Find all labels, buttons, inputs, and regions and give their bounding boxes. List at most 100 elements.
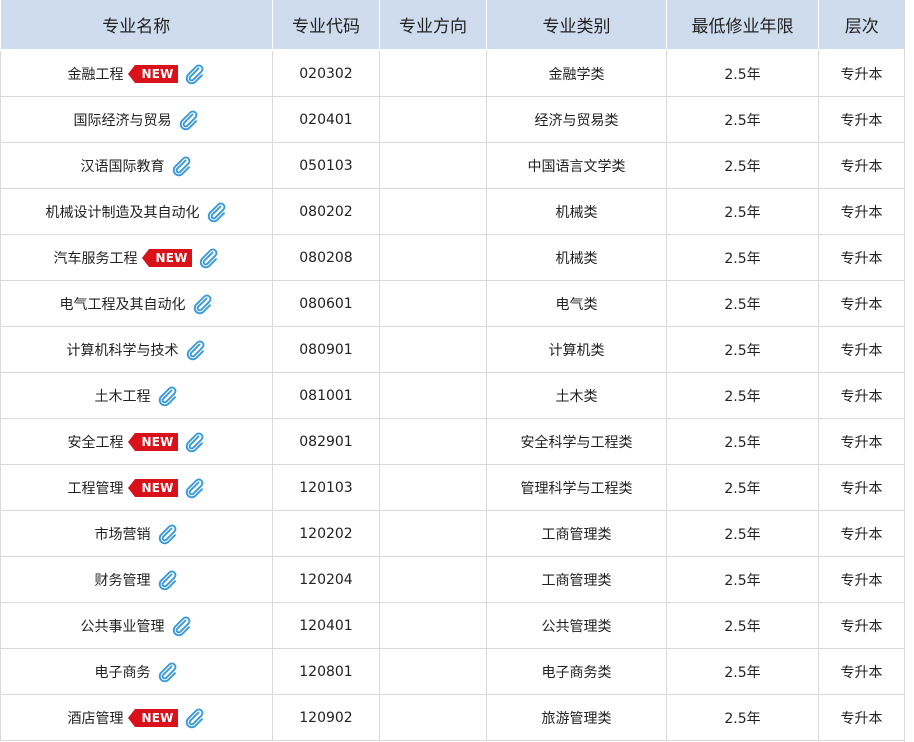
paperclip-icon[interactable] <box>155 660 179 684</box>
table-row: 汉语国际教育 050103 中国语言文学类 2.5年 专升本 <box>0 142 905 189</box>
major-category-cell: 金融学类 <box>486 50 667 97</box>
table-row: 酒店管理 NEW 120902 旅游管理类 2.5年 专升本 <box>0 694 905 741</box>
major-direction-cell <box>379 464 487 511</box>
major-name-link[interactable]: 土木工程 <box>95 386 151 406</box>
major-name-link[interactable]: 酒店管理 <box>67 708 123 728</box>
major-name-cell: 安全工程 NEW <box>0 418 273 465</box>
paperclip-icon[interactable] <box>169 614 193 638</box>
header-major-code: 专业代码 <box>272 0 380 51</box>
major-category-cell: 公共管理类 <box>486 602 667 649</box>
table-row: 土木工程 081001 土木类 2.5年 专升本 <box>0 372 905 419</box>
table-row: 财务管理 120204 工商管理类 2.5年 专升本 <box>0 556 905 603</box>
min-years-cell: 2.5年 <box>666 418 819 465</box>
level-cell: 专升本 <box>818 556 905 603</box>
major-code-cell: 080202 <box>272 188 380 235</box>
major-direction-cell <box>379 372 487 419</box>
min-years-cell: 2.5年 <box>666 510 819 557</box>
min-years-cell: 2.5年 <box>666 50 819 97</box>
table-body: 金融工程 NEW 020302 金融学类 2.5年 专升本 国际经济与贸易 02… <box>0 50 905 741</box>
min-years-cell: 2.5年 <box>666 280 819 327</box>
major-name-cell: 机械设计制造及其自动化 <box>0 188 273 235</box>
major-name-cell: 电子商务 <box>0 648 273 695</box>
paperclip-icon[interactable] <box>155 522 179 546</box>
major-code-cell: 080901 <box>272 326 380 373</box>
paperclip-icon[interactable] <box>196 246 220 270</box>
level-cell: 专升本 <box>818 372 905 419</box>
major-code-cell: 082901 <box>272 418 380 465</box>
paperclip-icon[interactable] <box>182 430 206 454</box>
paperclip-icon[interactable] <box>182 706 206 730</box>
paperclip-icon[interactable] <box>155 384 179 408</box>
level-cell: 专升本 <box>818 50 905 97</box>
min-years-cell: 2.5年 <box>666 602 819 649</box>
major-name-cell: 公共事业管理 <box>0 602 273 649</box>
table-row: 工程管理 NEW 120103 管理科学与工程类 2.5年 专升本 <box>0 464 905 511</box>
major-code-cell: 120204 <box>272 556 380 603</box>
major-name-link[interactable]: 国际经济与贸易 <box>74 110 172 130</box>
paperclip-icon[interactable] <box>190 292 214 316</box>
major-direction-cell <box>379 326 487 373</box>
table-header-row: 专业名称 专业代码 专业方向 专业类别 最低修业年限 层次 <box>0 0 905 51</box>
min-years-cell: 2.5年 <box>666 648 819 695</box>
major-code-cell: 020302 <box>272 50 380 97</box>
major-code-cell: 050103 <box>272 142 380 189</box>
major-name-link[interactable]: 安全工程 <box>67 432 123 452</box>
major-category-cell: 机械类 <box>486 234 667 281</box>
header-level: 层次 <box>818 0 905 51</box>
major-name-link[interactable]: 计算机科学与技术 <box>67 340 179 360</box>
level-cell: 专升本 <box>818 510 905 557</box>
major-code-cell: 080601 <box>272 280 380 327</box>
major-name-link[interactable]: 汽车服务工程 <box>53 248 137 268</box>
major-name-link[interactable]: 电子商务 <box>95 662 151 682</box>
paperclip-icon[interactable] <box>183 338 207 362</box>
table-row: 计算机科学与技术 080901 计算机类 2.5年 专升本 <box>0 326 905 373</box>
major-name-link[interactable]: 公共事业管理 <box>81 616 165 636</box>
major-name-link[interactable]: 市场营销 <box>95 524 151 544</box>
table-row: 汽车服务工程 NEW 080208 机械类 2.5年 专升本 <box>0 234 905 281</box>
major-name-cell: 电气工程及其自动化 <box>0 280 273 327</box>
major-category-cell: 管理科学与工程类 <box>486 464 667 511</box>
major-direction-cell <box>379 50 487 97</box>
major-name-cell: 酒店管理 NEW <box>0 694 273 741</box>
paperclip-icon[interactable] <box>169 154 193 178</box>
paperclip-icon[interactable] <box>182 62 206 86</box>
major-direction-cell <box>379 602 487 649</box>
min-years-cell: 2.5年 <box>666 556 819 603</box>
level-cell: 专升本 <box>818 602 905 649</box>
major-code-cell: 120401 <box>272 602 380 649</box>
major-name-link[interactable]: 财务管理 <box>95 570 151 590</box>
table-row: 金融工程 NEW 020302 金融学类 2.5年 专升本 <box>0 50 905 97</box>
paperclip-icon[interactable] <box>204 200 228 224</box>
major-direction-cell <box>379 648 487 695</box>
level-cell: 专升本 <box>818 280 905 327</box>
table-row: 安全工程 NEW 082901 安全科学与工程类 2.5年 专升本 <box>0 418 905 465</box>
paperclip-icon[interactable] <box>155 568 179 592</box>
new-badge: NEW <box>128 64 178 83</box>
major-code-cell: 120801 <box>272 648 380 695</box>
major-code-cell: 081001 <box>272 372 380 419</box>
level-cell: 专升本 <box>818 142 905 189</box>
major-name-link[interactable]: 电气工程及其自动化 <box>60 294 186 314</box>
min-years-cell: 2.5年 <box>666 464 819 511</box>
level-cell: 专升本 <box>818 464 905 511</box>
table-row: 市场营销 120202 工商管理类 2.5年 专升本 <box>0 510 905 557</box>
new-badge: NEW <box>128 432 178 451</box>
level-cell: 专升本 <box>818 648 905 695</box>
major-name-link[interactable]: 汉语国际教育 <box>81 156 165 176</box>
major-category-cell: 土木类 <box>486 372 667 419</box>
major-name-link[interactable]: 工程管理 <box>67 478 123 498</box>
paperclip-icon[interactable] <box>176 108 200 132</box>
majors-table: 专业名称 专业代码 专业方向 专业类别 最低修业年限 层次 金融工程 NEW 0… <box>0 0 905 741</box>
major-name-link[interactable]: 金融工程 <box>67 64 123 84</box>
major-category-cell: 计算机类 <box>486 326 667 373</box>
min-years-cell: 2.5年 <box>666 372 819 419</box>
major-name-cell: 汽车服务工程 NEW <box>0 234 273 281</box>
major-direction-cell <box>379 510 487 557</box>
major-code-cell: 120202 <box>272 510 380 557</box>
level-cell: 专升本 <box>818 326 905 373</box>
major-name-link[interactable]: 机械设计制造及其自动化 <box>46 202 200 222</box>
major-category-cell: 工商管理类 <box>486 510 667 557</box>
major-name-cell: 工程管理 NEW <box>0 464 273 511</box>
major-name-cell: 国际经济与贸易 <box>0 96 273 143</box>
paperclip-icon[interactable] <box>182 476 206 500</box>
